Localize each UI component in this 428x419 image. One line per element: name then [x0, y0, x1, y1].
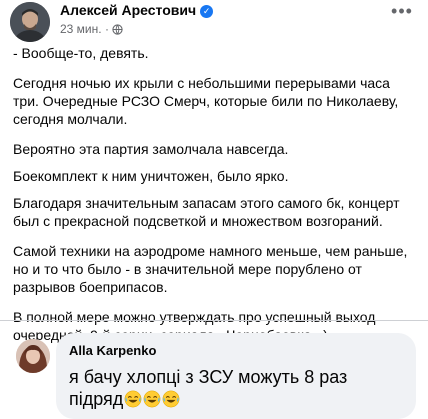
laughing-tears-icon [124, 390, 142, 408]
comment: Alla Karpenko я бачу хлопці з ЗСУ можуть… [0, 333, 428, 419]
post-body: - Вообще-то, девять. Сегодня ночью их кр… [13, 44, 418, 356]
post-paragraph: Боекомплект к ним уничтожен, было ярко. [13, 168, 289, 184]
post-meta: 23 мин. · [60, 22, 123, 36]
comment-bubble: Alla Karpenko я бачу хлопці з ЗСУ можуть… [56, 333, 416, 419]
separator-dot: · [104, 22, 109, 36]
post-paragraph: Сегодня ночью их крыли с небольшими пере… [13, 75, 399, 127]
facebook-post: Алексей Арестович ✓ 23 мин. · ••• - Вообщ… [0, 0, 428, 343]
verified-badge-icon: ✓ [200, 5, 214, 18]
divider [0, 320, 428, 321]
globe-icon[interactable] [112, 24, 123, 35]
post-paragraph: Самой техники на аэродроме намного меньш… [13, 243, 408, 295]
laughing-tears-icon [162, 390, 180, 408]
post-paragraph: - Вообще-то, девять. [13, 45, 149, 61]
laughing-tears-icon [143, 390, 161, 408]
post-paragraph: Благодаря значительным запасам этого сам… [13, 195, 400, 229]
post-timestamp[interactable]: 23 мин. [60, 22, 102, 36]
commenter-name[interactable]: Alla Karpenko [69, 343, 156, 358]
commenter-avatar[interactable] [16, 339, 50, 373]
author-name-text[interactable]: Алексей Арестович [60, 2, 196, 18]
post-author-name[interactable]: Алексей Арестович ✓ [60, 2, 214, 18]
more-options-icon[interactable]: ••• [388, 2, 416, 24]
post-paragraph: Вероятно эта партия замолчала навсегда. [13, 141, 289, 157]
comment-text-content: я бачу хлопці з ЗСУ можуть 8 раз підряд [69, 367, 348, 409]
comment-text: я бачу хлопці з ЗСУ можуть 8 раз підряд [69, 366, 369, 410]
author-avatar[interactable] [10, 2, 50, 42]
